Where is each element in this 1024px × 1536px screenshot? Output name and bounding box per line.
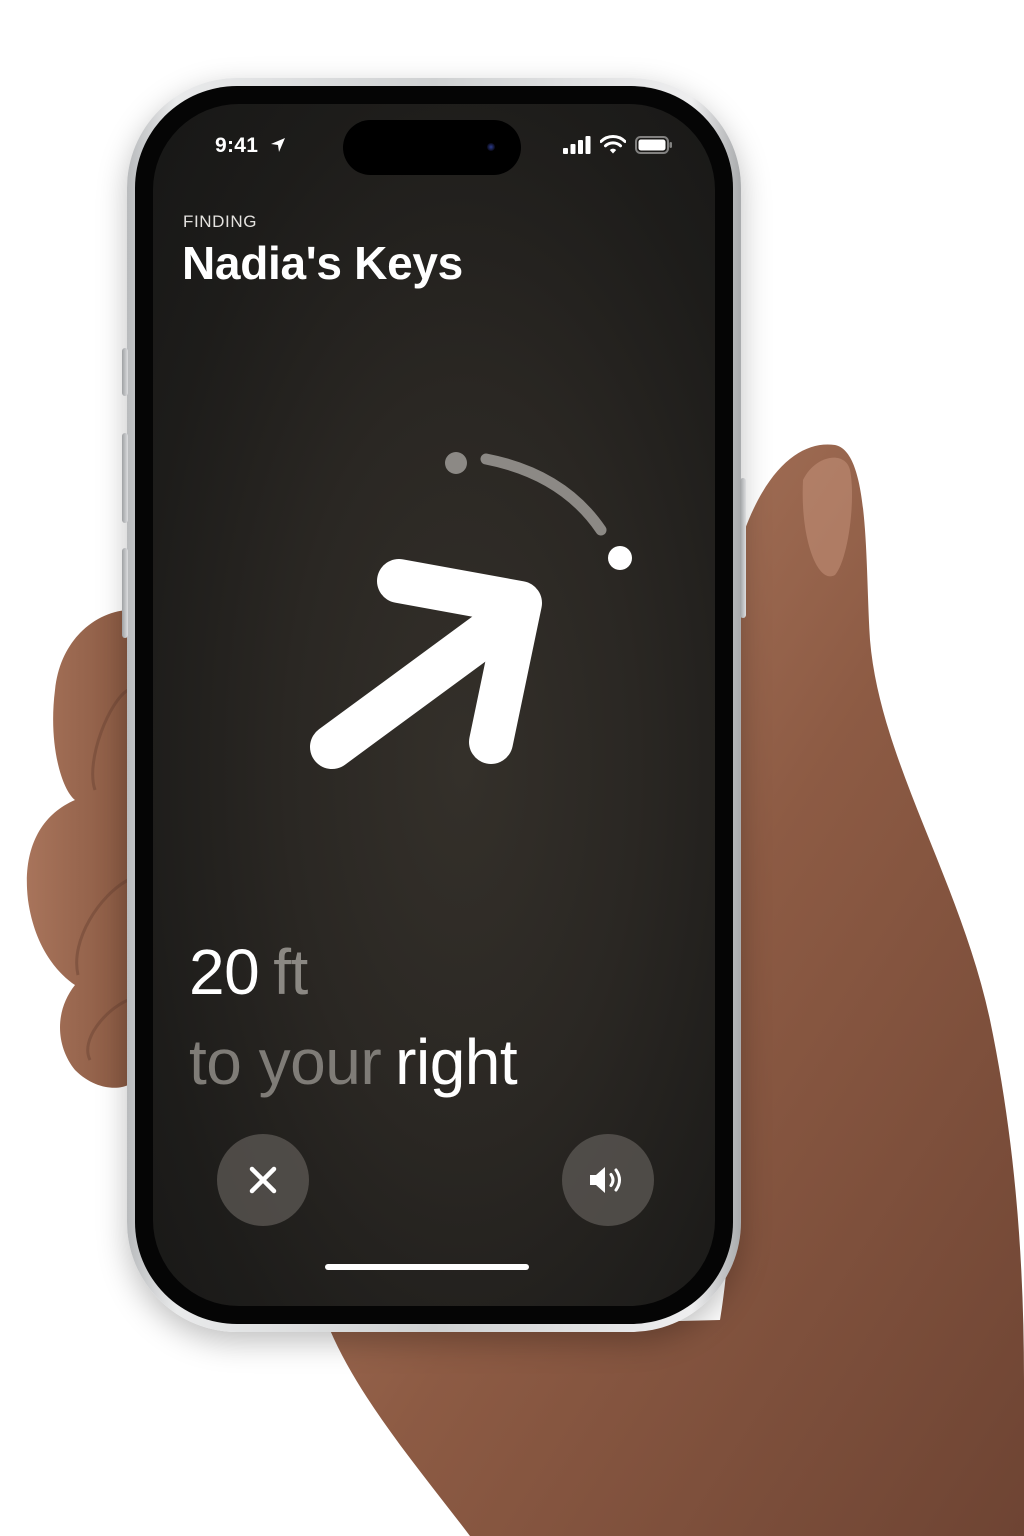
target-dot — [608, 546, 632, 570]
close-button[interactable] — [217, 1134, 309, 1226]
distance-value: 20 — [189, 936, 260, 1008]
heading-start-dot — [445, 452, 467, 474]
distance-unit: ft — [273, 936, 308, 1008]
phone-frame: 9:41 FINDING Nadia's Keys 20 ft to your … — [122, 78, 746, 1332]
heading-arc — [480, 453, 607, 536]
distance-readout: 20 ft — [189, 940, 308, 1004]
action-button — [122, 348, 128, 396]
direction-phrase-lead: to your — [189, 1026, 382, 1098]
home-indicator[interactable] — [325, 1264, 529, 1270]
direction-phrase-emphasis: right — [395, 1026, 518, 1098]
play-sound-button[interactable] — [562, 1134, 654, 1226]
volume-down-button — [122, 548, 128, 638]
side-button — [740, 478, 746, 618]
direction-indicator — [310, 452, 632, 769]
close-icon — [249, 1166, 277, 1194]
speaker-icon — [590, 1167, 621, 1193]
find-my-screen: 9:41 FINDING Nadia's Keys 20 ft to your … — [153, 104, 715, 1306]
volume-up-button — [122, 433, 128, 523]
direction-phrase: to your right — [189, 1030, 518, 1094]
product-image: 9:41 FINDING Nadia's Keys 20 ft to your … — [0, 0, 1024, 1536]
direction-arrow-icon — [310, 559, 542, 769]
